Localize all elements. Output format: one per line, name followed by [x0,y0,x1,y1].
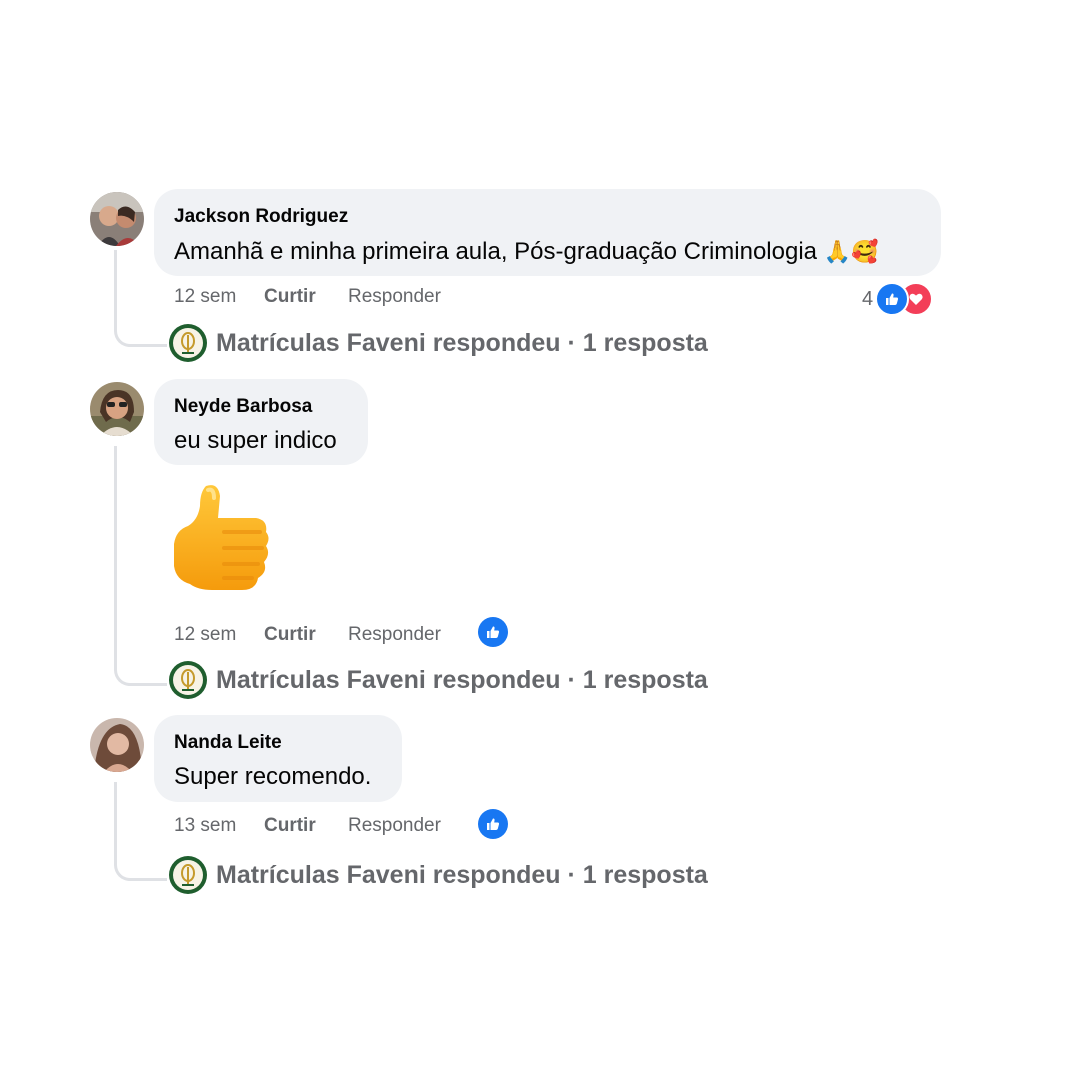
reply-button[interactable]: Responder [348,815,441,836]
comment-author[interactable]: Nanda Leite [174,731,382,755]
reply-button[interactable]: Responder [348,286,441,307]
comment-time[interactable]: 12 sem [174,286,236,307]
reply-button[interactable]: Responder [348,624,441,645]
replies-row[interactable]: Matrículas Faveni respondeu · 1 resposta [168,855,708,895]
avatar[interactable] [90,718,144,772]
faveni-logo-icon [168,855,208,895]
like-reaction-icon[interactable] [478,617,508,647]
comment-text: Amanhã e minha primeira aula, Pós-gradua… [174,236,921,268]
comment-bubble: Neyde Barbosa eu super indico [154,379,368,465]
thread-line [114,782,117,854]
like-button[interactable]: Curtir [264,286,316,307]
thumbs-up-sticker[interactable] [168,480,274,603]
comment-bubble: Jackson Rodriguez Amanhã e minha primeir… [154,189,941,276]
faveni-logo-icon [168,660,208,700]
comment-author[interactable]: Jackson Rodriguez [174,205,921,229]
comment-text-body: Amanhã e minha primeira aula, Pós-gradua… [174,238,817,265]
comment-actions: 12 sem [174,285,236,309]
thread-elbow [114,650,167,686]
replies-row[interactable]: Matrículas Faveni respondeu · 1 resposta [168,323,708,363]
faveni-logo-icon [168,323,208,363]
comment-time[interactable]: 13 sem [174,815,236,836]
like-button[interactable]: Curtir [264,815,316,836]
reaction-summary[interactable]: 4 [862,282,934,316]
thread-elbow [114,845,167,881]
comment-text: eu super indico [174,427,337,454]
reaction-count: 4 [862,287,874,310]
like-reaction-icon[interactable] [478,809,508,839]
comment-time[interactable]: 12 sem [174,624,236,645]
avatar[interactable] [90,192,144,246]
replies-row[interactable]: Matrículas Faveni respondeu · 1 resposta [168,660,708,700]
replies-summary[interactable]: Matrículas Faveni respondeu · 1 resposta [216,327,708,359]
like-button[interactable]: Curtir [264,624,316,645]
thread-line [114,446,117,660]
comment-text: Super recomendo. [174,763,372,790]
thread-elbow [114,310,167,347]
replies-summary[interactable]: Matrículas Faveni respondeu · 1 resposta [216,859,708,891]
avatar[interactable] [90,382,144,436]
like-reaction-icon [875,282,910,316]
comment-emojis: 🙏🥰 [823,239,879,264]
comment-author[interactable]: Neyde Barbosa [174,395,348,419]
replies-summary[interactable]: Matrículas Faveni respondeu · 1 resposta [216,664,708,696]
comment-bubble: Nanda Leite Super recomendo. [154,715,402,802]
